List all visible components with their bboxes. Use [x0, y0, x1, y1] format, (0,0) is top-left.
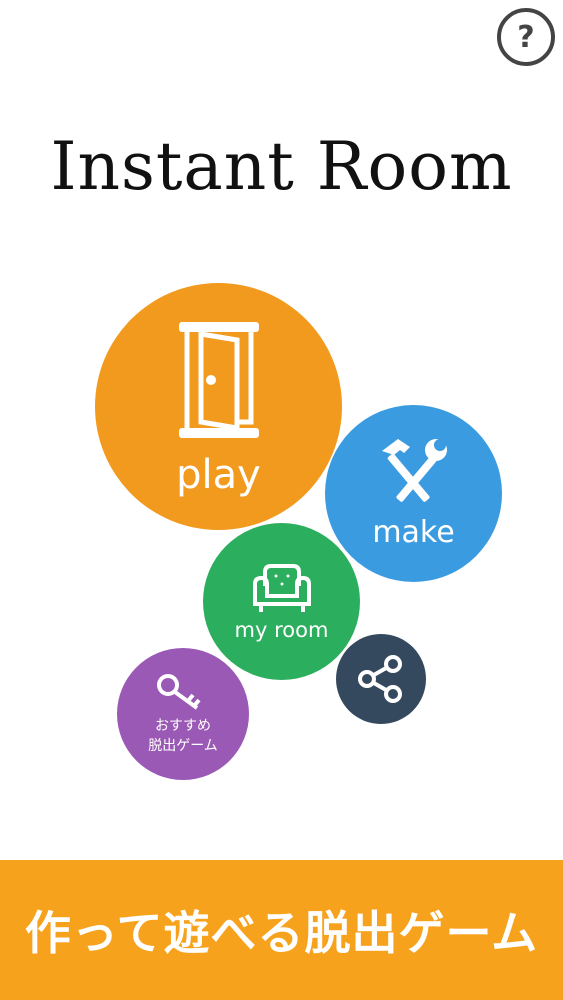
tools-icon — [381, 439, 447, 502]
play-label: play — [176, 451, 261, 498]
recommended-games-button[interactable]: おすすめ 脱出ゲーム — [117, 648, 249, 780]
make-label: make — [372, 515, 455, 550]
banner-text: 作って遊べる脱出ゲーム — [24, 906, 539, 960]
key-icon — [157, 674, 201, 710]
my-room-label: my room — [234, 617, 329, 642]
promo-banner: 作って遊べる脱出ゲーム — [0, 860, 563, 1000]
recommended-games-label: おすすめ 脱出ゲーム — [148, 718, 218, 754]
my-room-button[interactable]: my room — [203, 523, 360, 680]
app-title: Instant Room — [50, 128, 513, 205]
door-icon — [178, 321, 259, 438]
make-button[interactable]: make — [325, 405, 502, 582]
question-circle-icon: ? — [517, 19, 535, 55]
play-button[interactable]: play — [95, 283, 342, 530]
armchair-icon — [252, 563, 311, 612]
share-button[interactable] — [336, 634, 426, 724]
share-icon — [358, 655, 402, 703]
help-button[interactable]: ? — [497, 8, 555, 66]
